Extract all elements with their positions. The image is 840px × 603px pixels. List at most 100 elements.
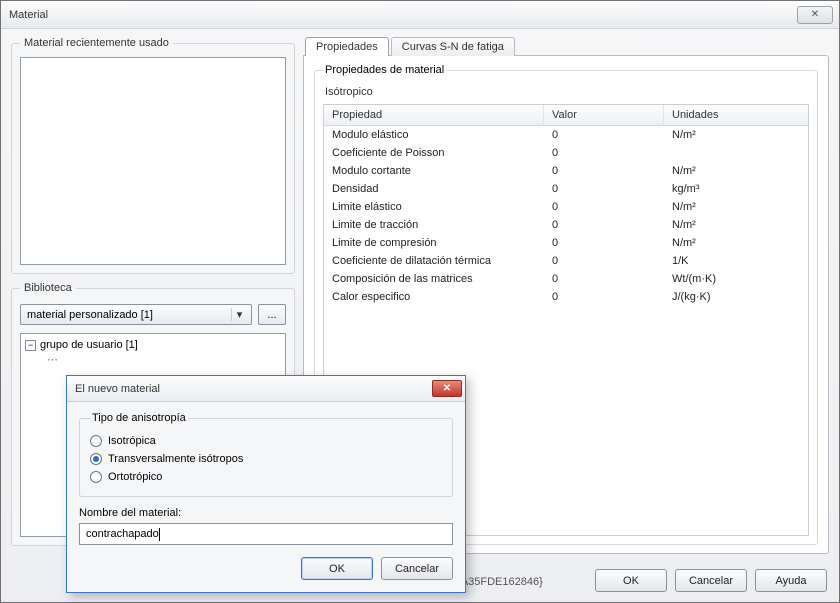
cell-unit: J/(kg·K) xyxy=(664,288,808,306)
cell-val: 0 xyxy=(544,216,664,234)
table-row[interactable]: Densidad0kg/m³ xyxy=(324,180,808,198)
cell-prop: Coeficiente de Poisson xyxy=(324,144,544,162)
ok-button-label: OK xyxy=(623,575,639,587)
table-row[interactable]: Calor especifico0J/(kg·K) xyxy=(324,288,808,306)
anisotropy-title: Tipo de anisotropía xyxy=(90,412,188,424)
cell-prop: Limite de tracción xyxy=(324,216,544,234)
tree-child-row: ⋯ xyxy=(25,352,281,367)
cell-val: 0 xyxy=(544,162,664,180)
window-close-button[interactable]: ✕ xyxy=(797,6,833,24)
cell-unit: 1/K xyxy=(664,252,808,270)
radio-icon xyxy=(90,435,102,447)
tree-root-row[interactable]: − grupo de usuario [1] xyxy=(25,338,281,352)
cell-val: 0 xyxy=(544,288,664,306)
cell-prop: Modulo cortante xyxy=(324,162,544,180)
modal-cancel-button[interactable]: Cancelar xyxy=(381,557,453,580)
ok-button[interactable]: OK xyxy=(595,569,667,592)
cell-prop: Coeficiente de dilatación térmica xyxy=(324,252,544,270)
radio-icon xyxy=(90,453,102,465)
table-row[interactable]: Coeficiente de Poisson0 xyxy=(324,144,808,162)
library-browse-button[interactable]: ... xyxy=(258,304,286,325)
cell-unit: Wt/(m·K) xyxy=(664,270,808,288)
table-row[interactable]: Coeficiente de dilatación térmica01/K xyxy=(324,252,808,270)
cell-prop: Modulo elástico xyxy=(324,126,544,144)
cell-prop: Calor especifico xyxy=(324,288,544,306)
material-name-label: Nombre del material: xyxy=(79,507,453,519)
help-button[interactable]: Ayuda xyxy=(755,569,827,592)
tree-root-label: grupo de usuario [1] xyxy=(40,339,138,351)
cell-val: 0 xyxy=(544,180,664,198)
new-material-dialog: El nuevo material ✕ Tipo de anisotropía … xyxy=(66,375,466,593)
cell-val: 0 xyxy=(544,198,664,216)
modal-titlebar[interactable]: El nuevo material ✕ xyxy=(67,376,465,402)
cell-unit: N/m² xyxy=(664,216,808,234)
cell-prop: Limite de compresión xyxy=(324,234,544,252)
close-icon: ✕ xyxy=(811,9,819,20)
modal-ok-button[interactable]: OK xyxy=(301,557,373,580)
radio-icon xyxy=(90,471,102,483)
window-title: Material xyxy=(9,9,797,21)
radio-transverse[interactable]: Transversalmente isótropos xyxy=(90,450,442,468)
cell-prop: Densidad xyxy=(324,180,544,198)
table-row[interactable]: Limite elástico0N/m² xyxy=(324,198,808,216)
cell-val: 0 xyxy=(544,126,664,144)
material-subtype-label: Isótropico xyxy=(325,86,809,98)
cell-unit: N/m² xyxy=(664,198,808,216)
table-row[interactable]: Limite de compresión0N/m² xyxy=(324,234,808,252)
table-row[interactable]: Modulo cortante0N/m² xyxy=(324,162,808,180)
tab-sn-curves[interactable]: Curvas S-N de fatiga xyxy=(391,37,515,56)
close-icon: ✕ xyxy=(443,383,451,394)
cell-val: 0 xyxy=(544,252,664,270)
tab-properties-label: Propiedades xyxy=(316,41,378,53)
cell-unit: N/m² xyxy=(664,126,808,144)
tab-sn-label: Curvas S-N de fatiga xyxy=(402,41,504,53)
cancel-button[interactable]: Cancelar xyxy=(675,569,747,592)
dialog-buttons: OK Cancelar Ayuda xyxy=(595,569,827,592)
cell-val: 0 xyxy=(544,234,664,252)
material-window: Material ✕ Material recientemente usado … xyxy=(0,0,840,603)
library-select-value: material personalizado [1] xyxy=(27,309,153,321)
modal-title: El nuevo material xyxy=(75,383,432,395)
help-button-label: Ayuda xyxy=(776,575,807,587)
library-title: Biblioteca xyxy=(20,282,76,294)
cancel-button-label: Cancelar xyxy=(689,575,733,587)
tab-properties[interactable]: Propiedades xyxy=(305,37,389,56)
cell-prop: Composición de las matrices xyxy=(324,270,544,288)
modal-close-button[interactable]: ✕ xyxy=(432,380,462,397)
ellipsis-icon: ... xyxy=(267,309,276,321)
chevron-down-icon: ▾ xyxy=(231,308,247,321)
table-row[interactable]: Modulo elástico0N/m² xyxy=(324,126,808,144)
radio-orthotropic[interactable]: Ortotrópico xyxy=(90,468,442,486)
text-caret-icon xyxy=(159,528,160,541)
material-properties-title: Propiedades de material xyxy=(323,64,446,76)
recent-materials-title: Material recientemente usado xyxy=(20,37,173,49)
tree-connector-icon: ⋯ xyxy=(47,353,58,366)
modal-ok-label: OK xyxy=(329,563,345,575)
cell-unit xyxy=(664,144,808,162)
table-row[interactable]: Limite de tracción0N/m² xyxy=(324,216,808,234)
library-select[interactable]: material personalizado [1] ▾ xyxy=(20,304,252,325)
cell-prop: Limite elástico xyxy=(324,198,544,216)
modal-buttons: OK Cancelar xyxy=(79,557,453,580)
cell-unit: kg/m³ xyxy=(664,180,808,198)
tree-collapse-icon[interactable]: − xyxy=(25,340,36,351)
col-value: Valor xyxy=(544,105,664,125)
radio-isotropic[interactable]: Isotrópica xyxy=(90,432,442,450)
grid-header: Propiedad Valor Unidades xyxy=(324,105,808,126)
cell-unit: N/m² xyxy=(664,234,808,252)
cell-val: 0 xyxy=(544,144,664,162)
tabs: Propiedades Curvas S-N de fatiga xyxy=(305,37,829,56)
anisotropy-group: Tipo de anisotropía Isotrópica Transvers… xyxy=(79,412,453,497)
radio-orthotropic-label: Ortotrópico xyxy=(108,471,162,483)
radio-isotropic-label: Isotrópica xyxy=(108,435,156,447)
col-units: Unidades xyxy=(664,105,808,125)
cell-val: 0 xyxy=(544,270,664,288)
cell-unit: N/m² xyxy=(664,162,808,180)
col-property: Propiedad xyxy=(324,105,544,125)
recent-materials-list[interactable] xyxy=(20,57,286,265)
material-name-value: contrachapado xyxy=(86,528,159,540)
titlebar[interactable]: Material ✕ xyxy=(1,1,839,29)
table-row[interactable]: Composición de las matrices0Wt/(m·K) xyxy=(324,270,808,288)
recent-materials-group: Material recientemente usado xyxy=(11,37,295,274)
material-name-input[interactable]: contrachapado xyxy=(79,523,453,545)
